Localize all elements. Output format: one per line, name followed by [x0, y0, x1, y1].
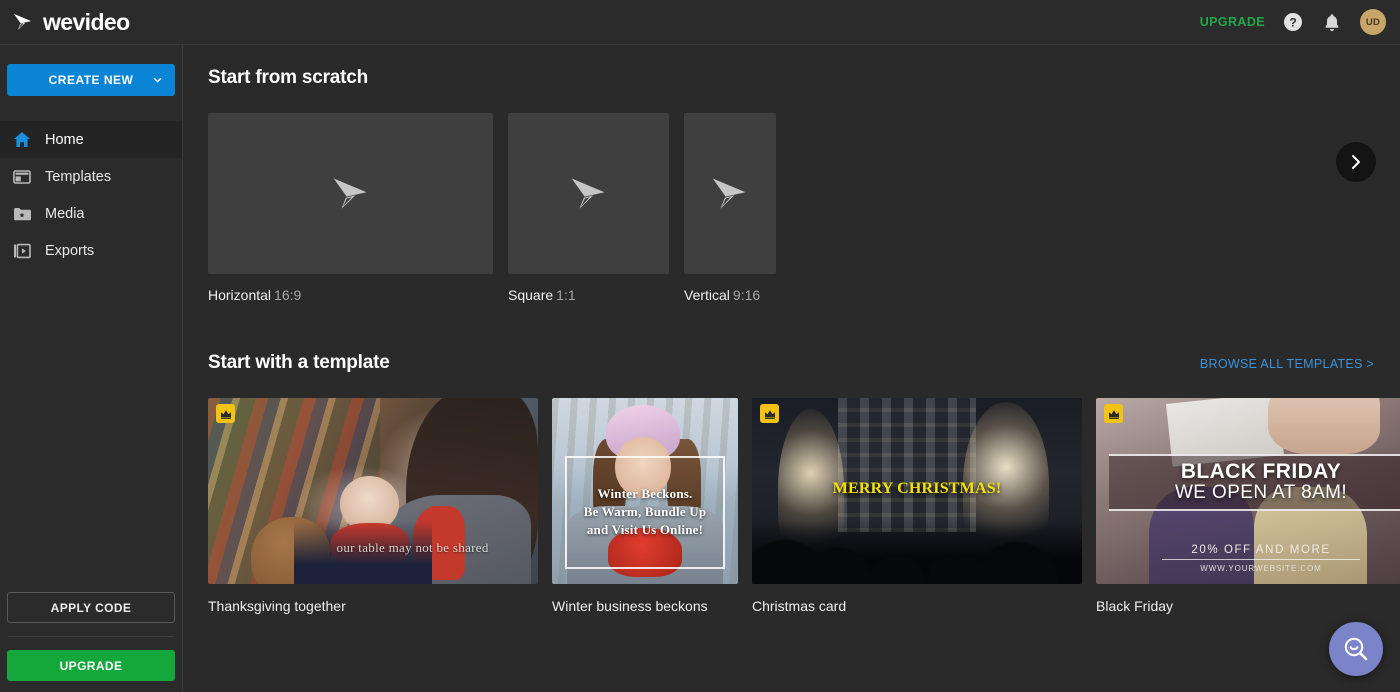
- create-new-button[interactable]: CREATE NEW: [7, 64, 175, 96]
- sidebar-item-label: Media: [45, 206, 85, 222]
- apply-code-button[interactable]: APPLY CODE: [7, 592, 175, 623]
- templates-section-header: Start with a template BROWSE ALL TEMPLAT…: [208, 352, 1400, 374]
- header-upgrade-link[interactable]: UPGRADE: [1200, 15, 1265, 29]
- wevideo-cursor-logo: [709, 175, 751, 213]
- wevideo-app: wevideo UPGRADE ? UD CREATE NEW: [0, 0, 1400, 692]
- scratch-thumb: [208, 113, 493, 274]
- sidebar-divider: [8, 636, 174, 637]
- scratch-card-vertical[interactable]: Vertical9:16: [684, 113, 776, 303]
- sidebar-item-label: Exports: [45, 243, 94, 259]
- scratch-thumb: [508, 113, 669, 274]
- page-title: Start from scratch: [208, 67, 1400, 89]
- wevideo-cursor-logo: [568, 175, 610, 213]
- thumb-crowd: [752, 521, 1082, 584]
- sidebar-spacer: [0, 269, 182, 592]
- scratch-card-label: Horizontal16:9: [208, 287, 493, 303]
- scratch-card-name: Square: [508, 287, 553, 303]
- brand-name: wevideo: [43, 11, 130, 34]
- brand-logo[interactable]: wevideo: [12, 11, 130, 34]
- template-thumbnail: our table may not be shared: [208, 398, 538, 584]
- sidebar-item-label: Home: [45, 132, 84, 148]
- templates-layout-icon: [12, 167, 31, 186]
- template-thumbnail: BLACK FRIDAY WE OPEN AT 8AM! 20% OFF AND…: [1096, 398, 1400, 584]
- scratch-card-row: Horizontal16:9 Square1:1: [208, 113, 1400, 303]
- media-folder-star-icon: [12, 204, 31, 223]
- bell-icon[interactable]: [1321, 11, 1343, 33]
- scratch-thumb: [684, 113, 776, 274]
- sidebar-item-home[interactable]: Home: [0, 121, 182, 158]
- thumb-buildings: [838, 398, 977, 532]
- home-icon: [12, 130, 31, 149]
- template-overlay-line2: Be Warm, Bundle Up: [584, 504, 707, 520]
- scratch-card-horizontal[interactable]: Horizontal16:9: [208, 113, 493, 303]
- top-header: wevideo UPGRADE ? UD: [0, 0, 1400, 45]
- browse-all-templates-link[interactable]: BROWSE ALL TEMPLATES >: [1200, 357, 1374, 371]
- template-thumbnail: MERRY CHRISTMAS!: [752, 398, 1082, 584]
- scratch-card-square[interactable]: Square1:1: [508, 113, 669, 303]
- template-card-label: Christmas card: [752, 598, 1082, 614]
- sidebar-nav: Home Templates: [0, 121, 182, 269]
- template-overlay-frame: Winter Beckons. Be Warm, Bundle Up and V…: [565, 456, 725, 569]
- sidebar-item-label: Templates: [45, 169, 111, 185]
- template-card-label: Thanksgiving together: [208, 598, 538, 614]
- scratch-card-name: Horizontal: [208, 287, 271, 303]
- search-smile-icon: [1341, 634, 1371, 664]
- template-card-black-friday[interactable]: BLACK FRIDAY WE OPEN AT 8AM! 20% OFF AND…: [1096, 398, 1400, 614]
- template-card-row: our table may not be shared Thanksgiving…: [208, 398, 1400, 614]
- template-card-label: Winter business beckons: [552, 598, 738, 614]
- template-overlay-line1: BLACK FRIDAY: [1181, 461, 1341, 483]
- templates-title: Start with a template: [208, 352, 390, 374]
- scratch-card-label: Vertical9:16: [684, 287, 776, 303]
- chevron-right-icon: [1348, 153, 1364, 171]
- wevideo-cursor-logo: [330, 175, 372, 213]
- template-card-christmas[interactable]: MERRY CHRISTMAS! Christmas card: [752, 398, 1082, 614]
- template-overlay-line3: 20% OFF AND MORE: [1162, 544, 1360, 560]
- crown-icon: [216, 404, 235, 423]
- create-new-label: CREATE NEW: [49, 73, 134, 87]
- app-body: CREATE NEW Home: [0, 45, 1400, 692]
- help-circle-icon[interactable]: ?: [1282, 11, 1304, 33]
- crown-icon: [1104, 404, 1123, 423]
- thumb-hand: [1268, 398, 1380, 454]
- template-thumbnail: Winter Beckons. Be Warm, Bundle Up and V…: [552, 398, 738, 584]
- avatar[interactable]: UD: [1360, 9, 1386, 35]
- header-actions: UPGRADE ? UD: [1200, 9, 1386, 35]
- template-overlay-line4: WWW.YOURWEBSITE.COM: [1162, 564, 1360, 573]
- carousel-next-button[interactable]: [1336, 142, 1376, 182]
- scratch-card-ratio: 9:16: [733, 287, 760, 303]
- sidebar-item-templates[interactable]: Templates: [0, 158, 182, 195]
- wevideo-cursor-logo: [12, 12, 34, 32]
- chevron-down-icon: [153, 76, 162, 85]
- sidebar-upgrade-button[interactable]: UPGRADE: [7, 650, 175, 681]
- template-overlay-line1: Winter Beckons.: [598, 486, 693, 502]
- template-overlay-text: MERRY CHRISTMAS!: [752, 480, 1082, 498]
- scratch-card-ratio: 16:9: [274, 287, 301, 303]
- sidebar: CREATE NEW Home: [0, 45, 183, 692]
- sidebar-item-media[interactable]: Media: [0, 195, 182, 232]
- scratch-card-label: Square1:1: [508, 287, 669, 303]
- scratch-card-ratio: 1:1: [556, 287, 575, 303]
- scratch-card-name: Vertical: [684, 287, 730, 303]
- support-search-button[interactable]: [1329, 622, 1383, 676]
- sidebar-item-exports[interactable]: Exports: [0, 232, 182, 269]
- start-from-scratch-section: Start from scratch: [208, 45, 1400, 89]
- exports-play-box-icon: [12, 241, 31, 260]
- crown-icon: [760, 404, 779, 423]
- template-card-label: Black Friday: [1096, 598, 1400, 614]
- template-overlay-text: our table may not be shared: [208, 540, 538, 556]
- main-content: Start from scratch Horizontal16:9: [183, 45, 1400, 692]
- template-overlay-lower: 20% OFF AND MORE WWW.YOURWEBSITE.COM: [1162, 544, 1360, 573]
- template-overlay-line3: and Visit Us Online!: [587, 522, 703, 538]
- template-card-thanksgiving[interactable]: our table may not be shared Thanksgiving…: [208, 398, 538, 614]
- svg-text:?: ?: [1289, 16, 1296, 30]
- template-overlay-line2: WE OPEN AT 8AM!: [1175, 483, 1347, 504]
- template-overlay-band: BLACK FRIDAY WE OPEN AT 8AM!: [1109, 454, 1400, 512]
- template-card-winter-business[interactable]: Winter Beckons. Be Warm, Bundle Up and V…: [552, 398, 738, 614]
